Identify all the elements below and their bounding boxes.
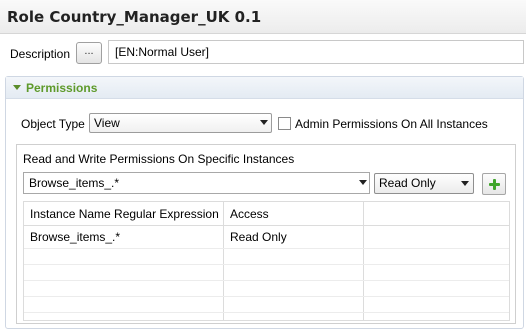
- row-divider: [24, 248, 509, 249]
- description-field[interactable]: [EN:Normal User]: [108, 40, 524, 64]
- permissions-section-header[interactable]: Permissions: [6, 77, 523, 99]
- object-type-value: View: [94, 116, 120, 130]
- description-label: Description: [10, 47, 71, 61]
- access-level-value: Read Only: [379, 176, 436, 190]
- expand-toggle-icon[interactable]: [13, 85, 21, 90]
- row-divider: [24, 312, 509, 313]
- table-cell-access[interactable]: Read Only: [230, 230, 287, 244]
- column-divider: [223, 202, 224, 320]
- description-edit-button[interactable]: ...: [76, 42, 102, 64]
- instance-expression-combo[interactable]: Browse_items_.*: [23, 172, 370, 194]
- access-level-select[interactable]: Read Only: [374, 173, 474, 194]
- table-cell-instance[interactable]: Browse_items_.*: [30, 230, 120, 244]
- chevron-down-icon: [461, 181, 469, 186]
- column-divider: [363, 202, 364, 320]
- chevron-down-icon: [260, 120, 268, 125]
- admin-permissions-checkbox[interactable]: [278, 117, 291, 130]
- permissions-table: Instance Name Regular Expression Access …: [23, 201, 510, 321]
- row-divider: [24, 280, 509, 281]
- column-header-instance[interactable]: Instance Name Regular Expression: [30, 207, 219, 221]
- table-header: Instance Name Regular Expression Access: [24, 202, 509, 226]
- object-type-label: Object Type: [21, 117, 85, 131]
- add-permission-button[interactable]: [482, 173, 506, 195]
- page-title: Role Country_Manager_UK 0.1: [7, 8, 262, 26]
- instance-expression-value: Browse_items_.*: [29, 176, 120, 190]
- object-type-select[interactable]: View: [89, 113, 272, 133]
- admin-permissions-label: Admin Permissions On All Instances: [295, 117, 488, 131]
- chevron-down-icon[interactable]: [359, 180, 367, 185]
- column-header-access[interactable]: Access: [230, 207, 269, 221]
- editor-title-bar: Role Country_Manager_UK 0.1: [0, 0, 526, 34]
- row-divider: [24, 264, 509, 265]
- instance-permissions-label: Read and Write Permissions On Specific I…: [23, 152, 295, 166]
- plus-icon-vertical: [493, 179, 496, 190]
- permissions-section-title: Permissions: [26, 81, 98, 95]
- row-divider: [24, 296, 509, 297]
